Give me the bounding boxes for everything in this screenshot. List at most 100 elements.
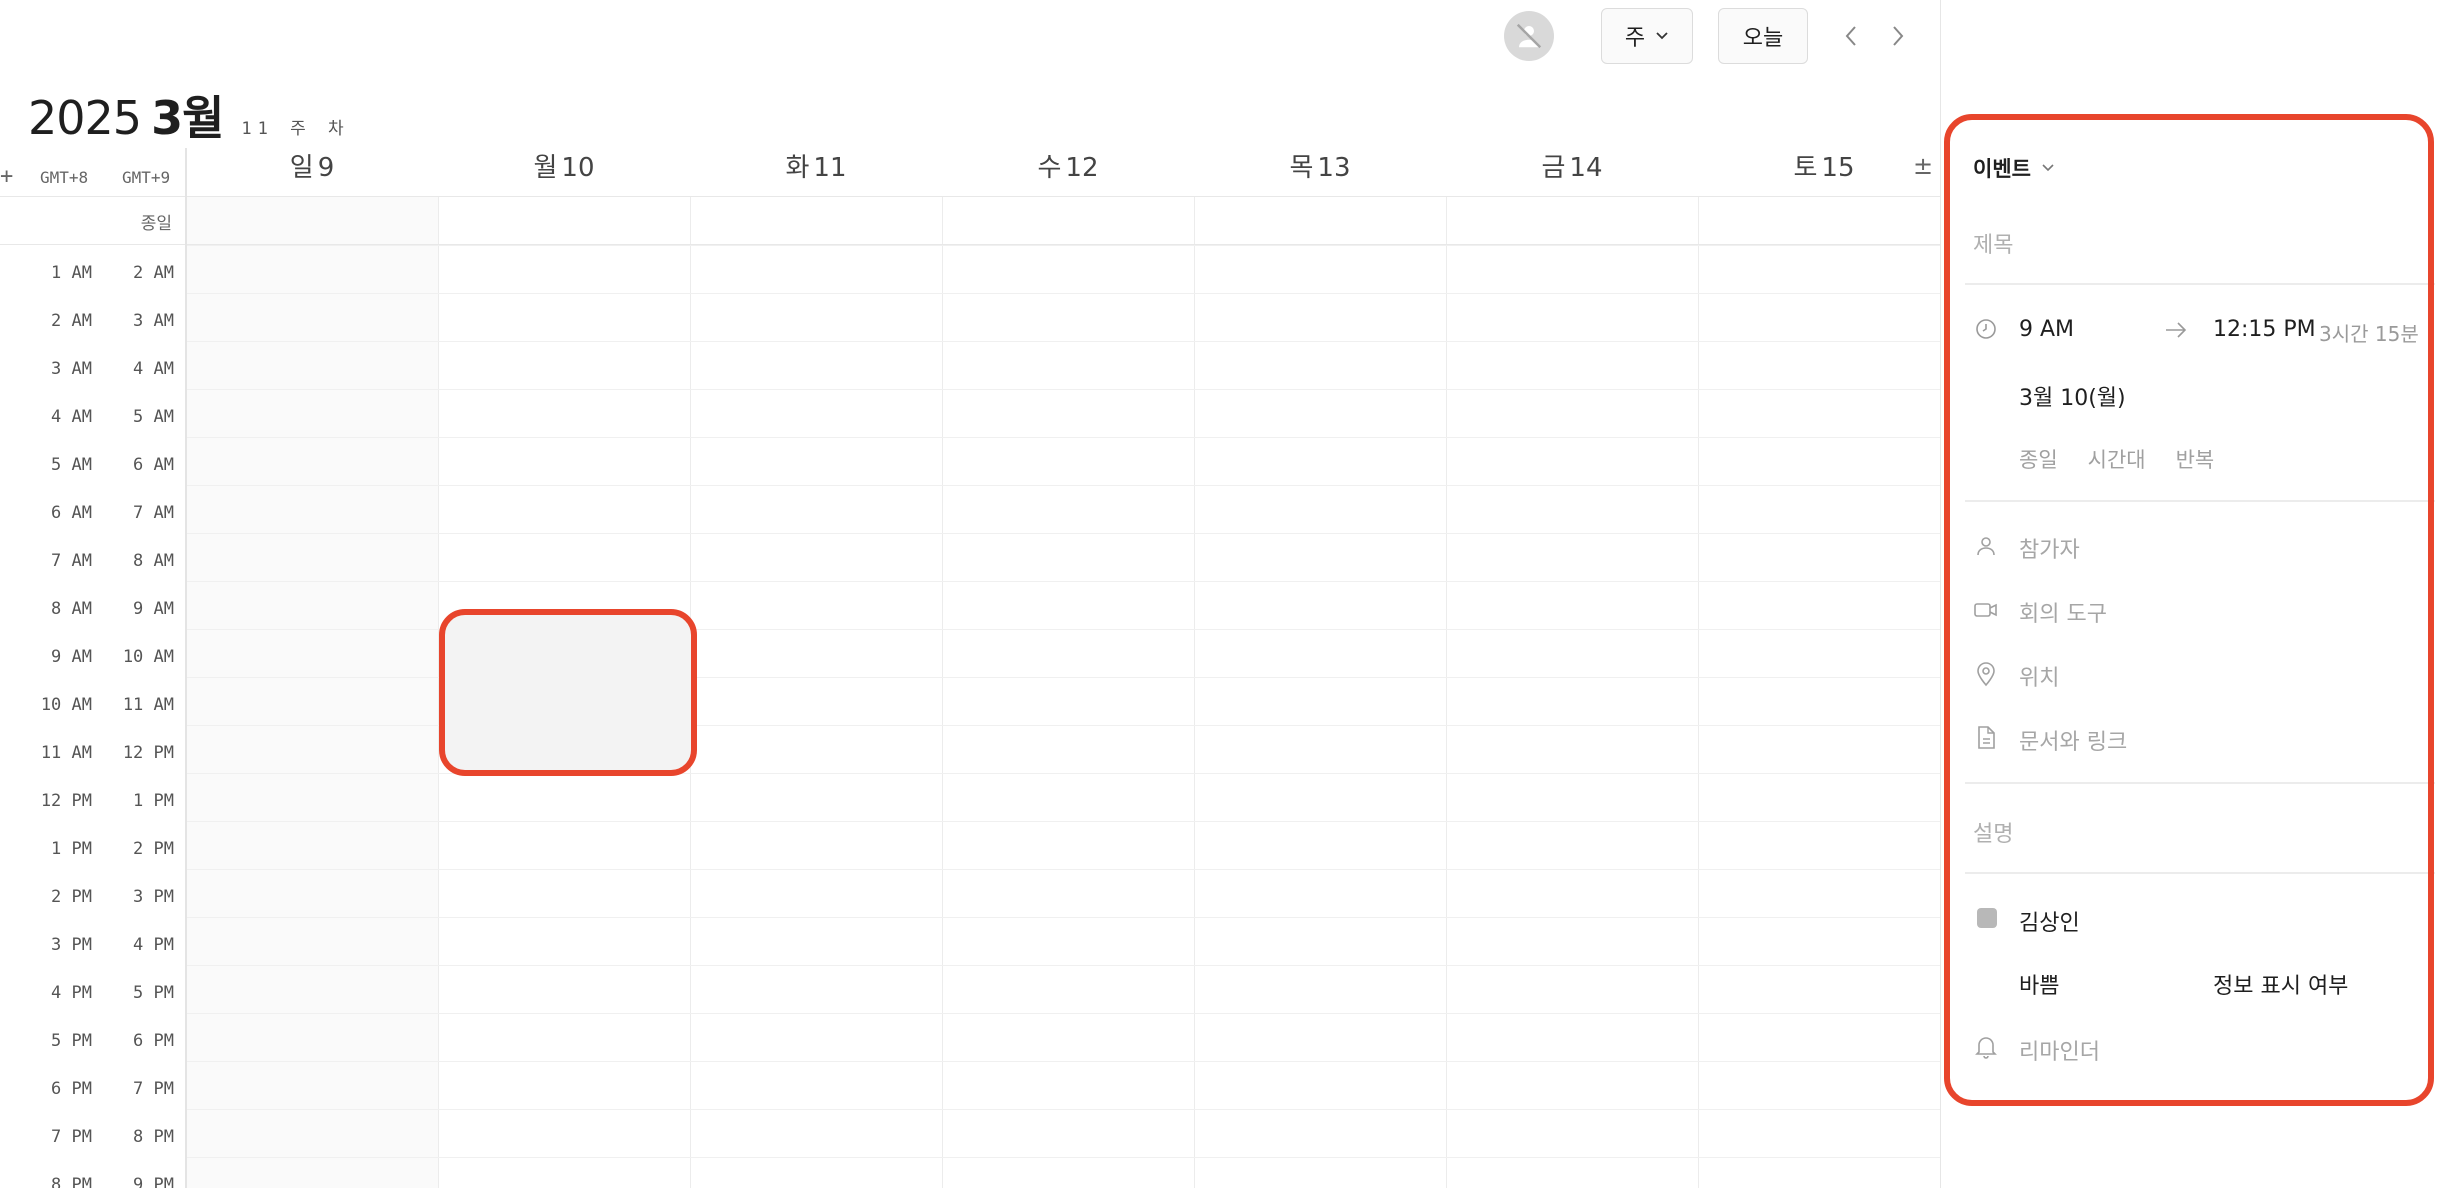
day-column[interactable]: [690, 197, 942, 1188]
day-header[interactable]: 토 15: [1698, 148, 1940, 196]
day-header[interactable]: 수 12: [942, 148, 1194, 196]
hour-label-primary: 12 PM: [40, 791, 92, 811]
time-gutter: 1 AM 2 AM 2 AM 3 AM 3 AM 4 AM 4 AM 5 AM 5 AM 6 AM…: [0, 245, 186, 1188]
day-column[interactable]: [1194, 197, 1446, 1188]
new-event-block[interactable]: [439, 609, 697, 776]
day-weekday: 토: [1793, 153, 1818, 183]
day-header[interactable]: 월 10: [438, 148, 690, 196]
hour-line: [186, 389, 1940, 390]
day-date: 11: [813, 153, 847, 183]
day-weekday: 일: [289, 153, 314, 183]
hour-label-secondary: 2 AM: [133, 263, 174, 283]
hour-line: [186, 293, 1940, 294]
description-input[interactable]: 설명: [1973, 816, 2013, 848]
hour-label-secondary: 7 AM: [133, 503, 174, 523]
hour-label-secondary: 12 PM: [122, 743, 174, 763]
view-selector-label: 주: [1624, 26, 1646, 51]
hour-label-primary: 6 AM: [51, 503, 92, 523]
time-options: 종일 시간대 반복: [2019, 444, 2214, 474]
day-header[interactable]: 목 13: [1194, 148, 1446, 196]
day-column[interactable]: [186, 197, 438, 1188]
repeat-option[interactable]: 반복: [2176, 444, 2215, 474]
day-header[interactable]: 화 11: [690, 148, 942, 196]
today-button[interactable]: 오늘: [1718, 8, 1808, 64]
day-weekday: 목: [1289, 153, 1314, 183]
event-editor-panel: 이벤트 제목 9 AM 12:15 PM 3시간 15분 3월 10(월) 종일…: [1940, 0, 2444, 1188]
day-date: 10: [561, 153, 595, 183]
hour-label-primary: 7 AM: [51, 551, 92, 571]
next-week-button[interactable]: [1878, 14, 1918, 58]
calendar-owner[interactable]: 김상인: [2019, 905, 2080, 937]
avatar[interactable]: [1504, 11, 1554, 61]
add-timezone-button[interactable]: +: [0, 164, 13, 189]
start-time[interactable]: 9 AM: [2019, 317, 2074, 342]
day-column[interactable]: [942, 197, 1194, 1188]
hour-label-secondary: 5 PM: [133, 983, 174, 1003]
prev-week-button[interactable]: [1831, 14, 1871, 58]
day-date: 14: [1569, 153, 1603, 183]
day-weekday: 화: [785, 153, 810, 183]
divider: [1965, 500, 2435, 502]
busy-status[interactable]: 바쁨: [2019, 968, 2059, 1000]
day-date: 12: [1065, 153, 1099, 183]
hour-label-secondary: 6 PM: [133, 1031, 174, 1051]
day-header[interactable]: 일9: [186, 148, 438, 196]
hour-line: [186, 245, 1940, 246]
hour-line: [186, 821, 1940, 822]
hour-line: [186, 1157, 1940, 1158]
timezone-option[interactable]: 시간대: [2088, 444, 2146, 474]
hour-label-primary: 4 AM: [51, 407, 92, 427]
day-weekday: 수: [1037, 153, 1062, 183]
hour-label-primary: 11 AM: [40, 743, 92, 763]
end-time[interactable]: 12:15 PM: [2213, 317, 2316, 342]
hour-label-secondary: 3 PM: [133, 887, 174, 907]
today-label: 오늘: [1742, 26, 1784, 51]
day-column[interactable]: [1698, 197, 1940, 1188]
hour-label-primary: 3 PM: [51, 935, 92, 955]
event-type-selector[interactable]: 이벤트: [1973, 153, 2055, 183]
hour-label-primary: 8 PM: [51, 1175, 92, 1188]
participants-field[interactable]: 참가자: [2019, 532, 2080, 564]
hour-label-secondary: 5 AM: [133, 407, 174, 427]
hour-label-secondary: 8 AM: [133, 551, 174, 571]
hour-label-primary: 5 AM: [51, 455, 92, 475]
hour-label-secondary: 7 PM: [133, 1079, 174, 1099]
hour-label-primary: 1 PM: [51, 839, 92, 859]
expand-button[interactable]: ±: [1913, 152, 1933, 180]
hour-line: [186, 1109, 1940, 1110]
allday-row[interactable]: 종일: [0, 197, 1940, 245]
day-date: 9: [317, 153, 335, 183]
reminder-field[interactable]: 리마인더: [2019, 1034, 2100, 1066]
timezone-header: + GMT+8 GMT+9: [0, 160, 186, 196]
day-weekday: 월: [533, 153, 558, 183]
view-selector-button[interactable]: 주: [1601, 8, 1693, 64]
hour-label-secondary: 9 AM: [133, 599, 174, 619]
hour-label-primary: 3 AM: [51, 359, 92, 379]
hour-label-primary: 10 AM: [40, 695, 92, 715]
day-column[interactable]: [1446, 197, 1698, 1188]
meeting-tool-field[interactable]: 회의 도구: [2019, 596, 2107, 628]
day-header[interactable]: 금 14: [1446, 148, 1698, 196]
timezone-secondary: GMT+9: [122, 168, 171, 187]
video-icon: [1973, 597, 1999, 623]
day-weekday: 금: [1541, 153, 1566, 183]
allday-toggle[interactable]: 종일: [2019, 444, 2058, 474]
visibility-selector[interactable]: 정보 표시 여부: [2213, 968, 2348, 1000]
location-field[interactable]: 위치: [2019, 660, 2059, 692]
hour-line: [186, 581, 1940, 582]
hour-label-secondary: 3 AM: [133, 311, 174, 331]
hour-label-secondary: 9 PM: [133, 1175, 174, 1188]
title-input[interactable]: 제목: [1973, 227, 2013, 259]
docs-links-field[interactable]: 문서와 링크: [2019, 724, 2127, 756]
hour-label-secondary: 11 AM: [122, 695, 174, 715]
week-number: 11 주 차: [241, 119, 350, 139]
event-date[interactable]: 3월 10(월): [2019, 380, 2126, 412]
calendar-view: 주 오늘 2025 3월 11 주 차 + GMT+8 GMT+9 일9 월 1…: [0, 0, 1940, 1188]
clock-icon: [1973, 316, 1999, 342]
hour-line: [186, 869, 1940, 870]
hour-line: [186, 917, 1940, 918]
hour-label-primary: 7 PM: [51, 1127, 92, 1147]
hour-label-secondary: 6 AM: [133, 455, 174, 475]
divider: [1965, 872, 2435, 874]
day-headers: 일9 월 10 화 11 수 12 목 13 금 14 토 15: [186, 148, 1940, 196]
